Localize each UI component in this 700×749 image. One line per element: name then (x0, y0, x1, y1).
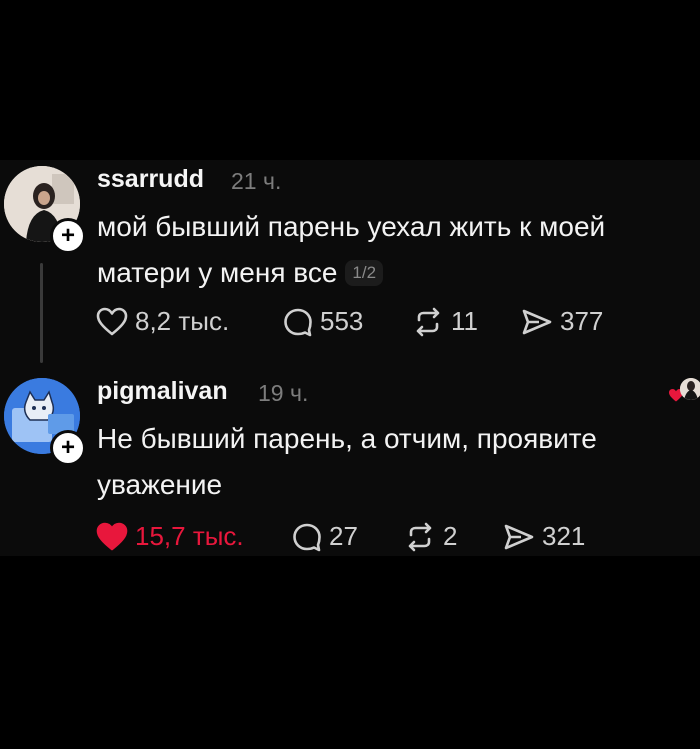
reply-button[interactable]: 27 (292, 521, 358, 552)
like-button[interactable]: 8,2 тыс. (96, 306, 229, 337)
repost-button[interactable]: 11 (412, 306, 478, 337)
share-button[interactable]: 377 (521, 306, 603, 337)
thread-line (40, 263, 43, 363)
post-text-line: уважение (97, 469, 223, 500)
repost-button[interactable]: 2 (404, 521, 457, 552)
share-button[interactable]: 321 (503, 521, 585, 552)
liked-by-author-avatar (680, 378, 700, 400)
share-icon (522, 309, 552, 334)
repost-count: 11 (451, 306, 478, 336)
follow-plus-icon[interactable]: + (50, 218, 86, 254)
post-text-line: Не бывший парень, а отчим, проявите (97, 423, 597, 454)
like-button[interactable]: 15,7 тыс. (96, 521, 244, 552)
post-text-line: мой бывший парень уехал жить к моей (97, 211, 606, 242)
repost-count: 2 (443, 521, 458, 551)
post-text-line: матери у меня все 1/2 (97, 250, 605, 296)
repost-icon (408, 522, 432, 551)
post-text-segment: матери у меня все (97, 257, 338, 288)
comment-icon (293, 523, 321, 551)
username[interactable]: ssarrudd (97, 165, 204, 194)
share-count: 377 (560, 306, 604, 336)
heart-icon (96, 522, 128, 550)
page-indicator: 1/2 (345, 260, 384, 286)
repost-icon (416, 307, 440, 336)
share-icon (504, 524, 534, 549)
reply-count: 553 (320, 306, 364, 336)
like-count: 8,2 тыс. (135, 306, 230, 336)
comment-icon (284, 308, 312, 336)
like-count: 15,7 тыс. (135, 521, 244, 551)
heart-icon (96, 307, 128, 335)
reply-count: 27 (329, 521, 358, 551)
post-time: 19 ч. (258, 380, 309, 406)
username[interactable]: pigmalivan (97, 377, 228, 406)
post-text: Не бывший парень, а отчим, проявите уваж… (97, 416, 597, 508)
share-count: 321 (542, 521, 586, 551)
post-time: 21 ч. (231, 168, 282, 194)
follow-plus-icon[interactable]: + (50, 430, 86, 466)
post-text: мой бывший парень уехал жить к моей мате… (97, 204, 605, 296)
reply-button[interactable]: 553 (283, 306, 363, 337)
